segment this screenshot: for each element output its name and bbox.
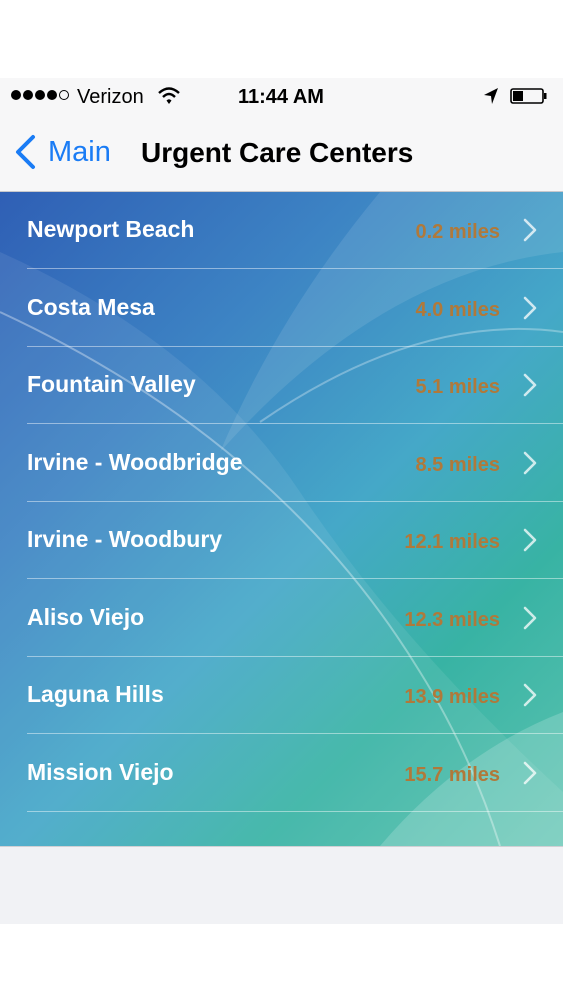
chevron-right-icon: [523, 761, 537, 784]
page-title: Urgent Care Centers: [141, 137, 414, 168]
battery-icon: [510, 88, 547, 104]
location-name: Irvine - Woodbury: [27, 526, 223, 552]
location-name: Irvine - Woodbridge: [27, 448, 243, 475]
chevron-right-icon: [523, 373, 537, 397]
location-name: Newport Beach: [27, 216, 195, 242]
chevron-right-icon: [523, 528, 537, 552]
location-arrow-icon: [484, 88, 498, 104]
back-button[interactable]: Main: [14, 134, 111, 170]
location-name: Laguna Hills: [27, 681, 164, 707]
location-row[interactable]: Mission Viejo 15.7 miles: [0, 735, 563, 812]
chevron-right-icon: [523, 451, 537, 474]
location-distance: 12.1 miles: [404, 531, 500, 553]
location-distance: 8.5 miles: [415, 453, 500, 476]
wifi-icon: [158, 87, 180, 104]
location-distance: 12.3 miles: [404, 608, 500, 631]
location-row[interactable]: Irvine - Woodbury 12.1 miles: [0, 502, 563, 579]
navigation-bar: Main Urgent Care Centers: [0, 116, 563, 192]
location-row[interactable]: Laguna Hills 13.9 miles: [0, 657, 563, 734]
chevron-right-icon: [523, 296, 537, 319]
location-name: Fountain Valley: [27, 371, 196, 397]
bottom-toolbar: [0, 846, 563, 924]
chevron-right-icon: [523, 218, 537, 242]
location-row[interactable]: Costa Mesa 4.0 miles: [0, 270, 563, 347]
location-row[interactable]: Newport Beach 0.2 miles: [0, 192, 563, 269]
location-name: Costa Mesa: [27, 293, 155, 320]
locations-list[interactable]: Newport Beach 0.2 miles Costa Mesa 4.0 mile…: [0, 192, 563, 846]
location-distance: 0.2 miles: [415, 221, 500, 243]
location-distance: 13.9 miles: [404, 686, 500, 708]
signal-icon: [11, 90, 69, 100]
carrier-label: Verizon: [77, 86, 144, 108]
row-divider: [27, 810, 563, 812]
location-row[interactable]: Aliso Viejo 12.3 miles: [0, 580, 563, 657]
location-distance: 4.0 miles: [415, 298, 500, 321]
location-row[interactable]: Irvine - Woodbridge 8.5 miles: [0, 425, 563, 502]
chevron-left-icon: [16, 135, 35, 169]
chevron-right-icon: [523, 683, 537, 707]
location-name: Aliso Viejo: [27, 603, 145, 630]
back-button-label: Main: [48, 135, 111, 168]
location-distance: 5.1 miles: [415, 376, 500, 398]
chevron-right-icon: [523, 606, 537, 629]
location-distance: 15.7 miles: [404, 763, 500, 786]
location-name: Mission Viejo: [27, 758, 174, 785]
clock: 11:44 AM: [238, 86, 324, 108]
location-row[interactable]: Fountain Valley 5.1 miles: [0, 347, 563, 424]
status-bar: Verizon 11:44 AM: [0, 78, 563, 116]
